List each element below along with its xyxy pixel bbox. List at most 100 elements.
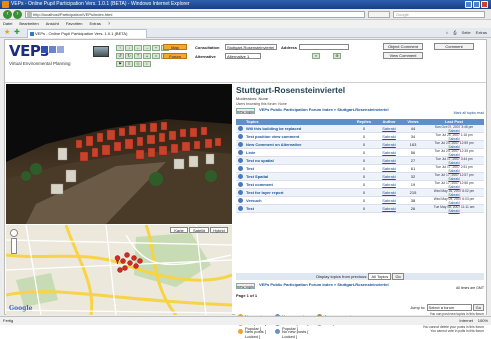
topic-author[interactable]: Sabraki xyxy=(376,125,402,132)
object-comment-button[interactable]: Object Comment xyxy=(383,43,423,50)
topic-author[interactable]: Sabraki xyxy=(376,189,402,196)
table-row[interactable]: New Comment on Alternative 0 Sabraki 163 Tue… xyxy=(236,141,484,149)
map-button[interactable]: Map xyxy=(163,44,187,50)
topic-author[interactable]: Sabraki xyxy=(376,141,402,148)
topic-title[interactable]: Test xyxy=(244,205,352,212)
close-icon[interactable] xyxy=(481,1,488,8)
tilt-down-icon[interactable]: ⇣ xyxy=(143,53,151,59)
marker-icon xyxy=(133,263,139,269)
topic-title[interactable]: Test for layer report xyxy=(244,189,352,196)
favorites-star-icon[interactable]: ★ xyxy=(4,29,10,37)
locate-icon[interactable]: ⊕ xyxy=(333,53,341,59)
forward-icon[interactable]: › xyxy=(13,10,22,19)
back-icon[interactable]: ‹ xyxy=(3,10,12,19)
table-row[interactable]: Will this building be replaced 0 Sabraki 44… xyxy=(236,125,484,133)
last-post-author[interactable]: Sabraki xyxy=(448,209,459,213)
menu-bar: Datei Bearbeiten Ansicht Favoriten Extra… xyxy=(0,20,491,28)
forum-button[interactable]: Forum xyxy=(163,53,187,59)
overview-thumbnail[interactable] xyxy=(93,46,109,57)
tilt-up-icon[interactable]: ⇡ xyxy=(134,53,142,59)
zoom-in-icon[interactable]: + xyxy=(152,45,160,51)
table-row[interactable]: Linie 0 Sabraki 56 Tue Jul 24, 2007 12:35 pm… xyxy=(236,149,484,157)
jump-go-button[interactable]: Go xyxy=(472,304,484,311)
nav-down-icon[interactable]: ↓ xyxy=(125,45,133,51)
nav-right-icon[interactable]: → xyxy=(143,45,151,51)
comment-button[interactable]: Comment xyxy=(434,43,474,50)
topic-title[interactable]: Test no spatial xyxy=(244,157,352,164)
topic-author[interactable]: Sabraki xyxy=(376,149,402,156)
menu-item-file[interactable]: Datei xyxy=(3,20,12,28)
topic-author[interactable]: Sabraki xyxy=(376,197,402,204)
consultation-select[interactable]: Stuttgart-Rosensteinviertel xyxy=(225,44,277,50)
table-row[interactable]: Test no spatial 0 Sabraki 27 Tue Jul 17, 200… xyxy=(236,157,484,165)
topic-title[interactable]: Test xyxy=(244,165,352,172)
reset-view-icon[interactable]: ⌂ xyxy=(152,53,160,59)
table-row[interactable]: Test position view comment 0 Sabraki 34 Tue … xyxy=(236,133,484,141)
rotate-right-icon[interactable]: ↻ xyxy=(125,53,133,59)
home-icon[interactable]: ⌂ xyxy=(446,29,448,37)
jump-select[interactable]: Select a forum xyxy=(426,304,472,311)
browsing-text: Users browsing this forum: None xyxy=(236,102,287,106)
address-field[interactable]: http://localhost/Participation/VEPs/inde… xyxy=(25,11,365,18)
topic-title[interactable]: Versuch xyxy=(244,197,352,204)
table-row[interactable]: Test Spatial 0 Sabraki 32 Tue Jul 17, 2007 1… xyxy=(236,173,484,181)
tools-menu[interactable]: Extras xyxy=(476,29,487,37)
go-button[interactable]: Go xyxy=(392,273,404,280)
display-select[interactable]: All Topics xyxy=(368,273,392,280)
topic-author[interactable]: Sabraki xyxy=(376,165,402,172)
table-row[interactable]: Test 0 Sabraki 61 Tue Jul 17, 2007 2:51 pm Sa… xyxy=(236,165,484,173)
google-map[interactable]: Karte Satellit Hybrid Google xyxy=(6,225,232,315)
menu-item-edit[interactable]: Bearbeiten xyxy=(19,20,38,28)
menu-item-favorites[interactable]: Favoriten xyxy=(66,20,83,28)
add-favorite-icon[interactable]: ✚ xyxy=(14,29,20,37)
menu-item-help[interactable]: ? xyxy=(108,20,110,28)
3d-model-view[interactable] xyxy=(6,84,232,224)
address-input[interactable] xyxy=(299,44,349,50)
page-menu[interactable]: Seite xyxy=(462,29,471,37)
info-icon[interactable]: i xyxy=(143,61,151,67)
topic-author[interactable]: Sabraki xyxy=(376,133,402,140)
walk-icon[interactable]: ⚑ xyxy=(116,61,124,67)
topic-author[interactable]: Sabraki xyxy=(376,181,402,188)
alternative-select[interactable]: Alternative 1 xyxy=(225,53,261,59)
topic-title[interactable]: Will this building be replaced xyxy=(244,125,352,132)
topic-author[interactable]: Sabraki xyxy=(376,173,402,180)
browser-tab[interactable]: VEPs - Online Pupil Participation Vers. … xyxy=(27,29,147,38)
search-address-icon[interactable]: ⌕ xyxy=(312,53,320,59)
topic-author[interactable]: Sabraki xyxy=(376,157,402,164)
search-input[interactable]: Google xyxy=(393,11,485,18)
rotate-left-icon[interactable]: ↺ xyxy=(116,53,124,59)
topic-title[interactable]: New Comment on Alternative xyxy=(244,141,352,148)
browser-window: VEPs - Online Pupil Participation Vers. … xyxy=(0,0,491,339)
forum-breadcrumb[interactable]: VEPs Public Participation Forum Index » … xyxy=(259,107,409,112)
table-row[interactable]: Versuch 0 Sabraki 38 Wed May 09, 2007 6:03 p… xyxy=(236,197,484,205)
mark-read-link[interactable]: Mark all topics read xyxy=(454,111,484,115)
nav-left-icon[interactable]: ← xyxy=(134,45,142,51)
topic-views: 34 xyxy=(410,134,416,139)
forum-title[interactable]: Stuttgart-Rosensteinviertel xyxy=(236,85,345,95)
topic-title[interactable]: Linie xyxy=(244,149,352,156)
maximize-icon[interactable] xyxy=(473,1,480,8)
select-icon[interactable]: ◇ xyxy=(134,61,142,67)
view-comment-button[interactable]: View Comment xyxy=(383,52,423,59)
topic-author[interactable]: Sabraki xyxy=(376,205,402,212)
refresh-stop-buttons[interactable] xyxy=(368,11,390,18)
print-icon[interactable]: ⎙ xyxy=(453,29,456,37)
marker-icon xyxy=(117,267,123,273)
topic-title[interactable]: Test comment xyxy=(244,181,352,188)
topic-replies: 0 xyxy=(362,142,366,147)
topic-last-post: Tue Jul 17, 2007 3:44 pm Sabraki xyxy=(424,157,484,165)
table-row[interactable]: Test for layer report 0 Sabraki 215 Wed May … xyxy=(236,189,484,197)
nav-up-icon[interactable]: ↑ xyxy=(116,45,124,51)
zoom-level[interactable]: 100% xyxy=(478,317,488,325)
topic-replies: 0 xyxy=(362,126,366,131)
layer-icon[interactable]: ≡ xyxy=(125,61,133,67)
table-row[interactable]: Test comment 0 Sabraki 19 Tue Jul 17, 2007 1… xyxy=(236,181,484,189)
minimize-icon[interactable] xyxy=(465,1,472,8)
topic-title[interactable]: Test position view comment xyxy=(244,133,352,140)
menu-item-view[interactable]: Ansicht xyxy=(46,20,59,28)
table-row[interactable]: Test 0 Sabraki 26 Tue May 08, 2007 11:11 am S… xyxy=(236,205,484,213)
menu-item-tools[interactable]: Extras xyxy=(90,20,101,28)
topic-title[interactable]: Test Spatial xyxy=(244,173,352,180)
new-topic-button[interactable]: new topic xyxy=(236,108,255,114)
